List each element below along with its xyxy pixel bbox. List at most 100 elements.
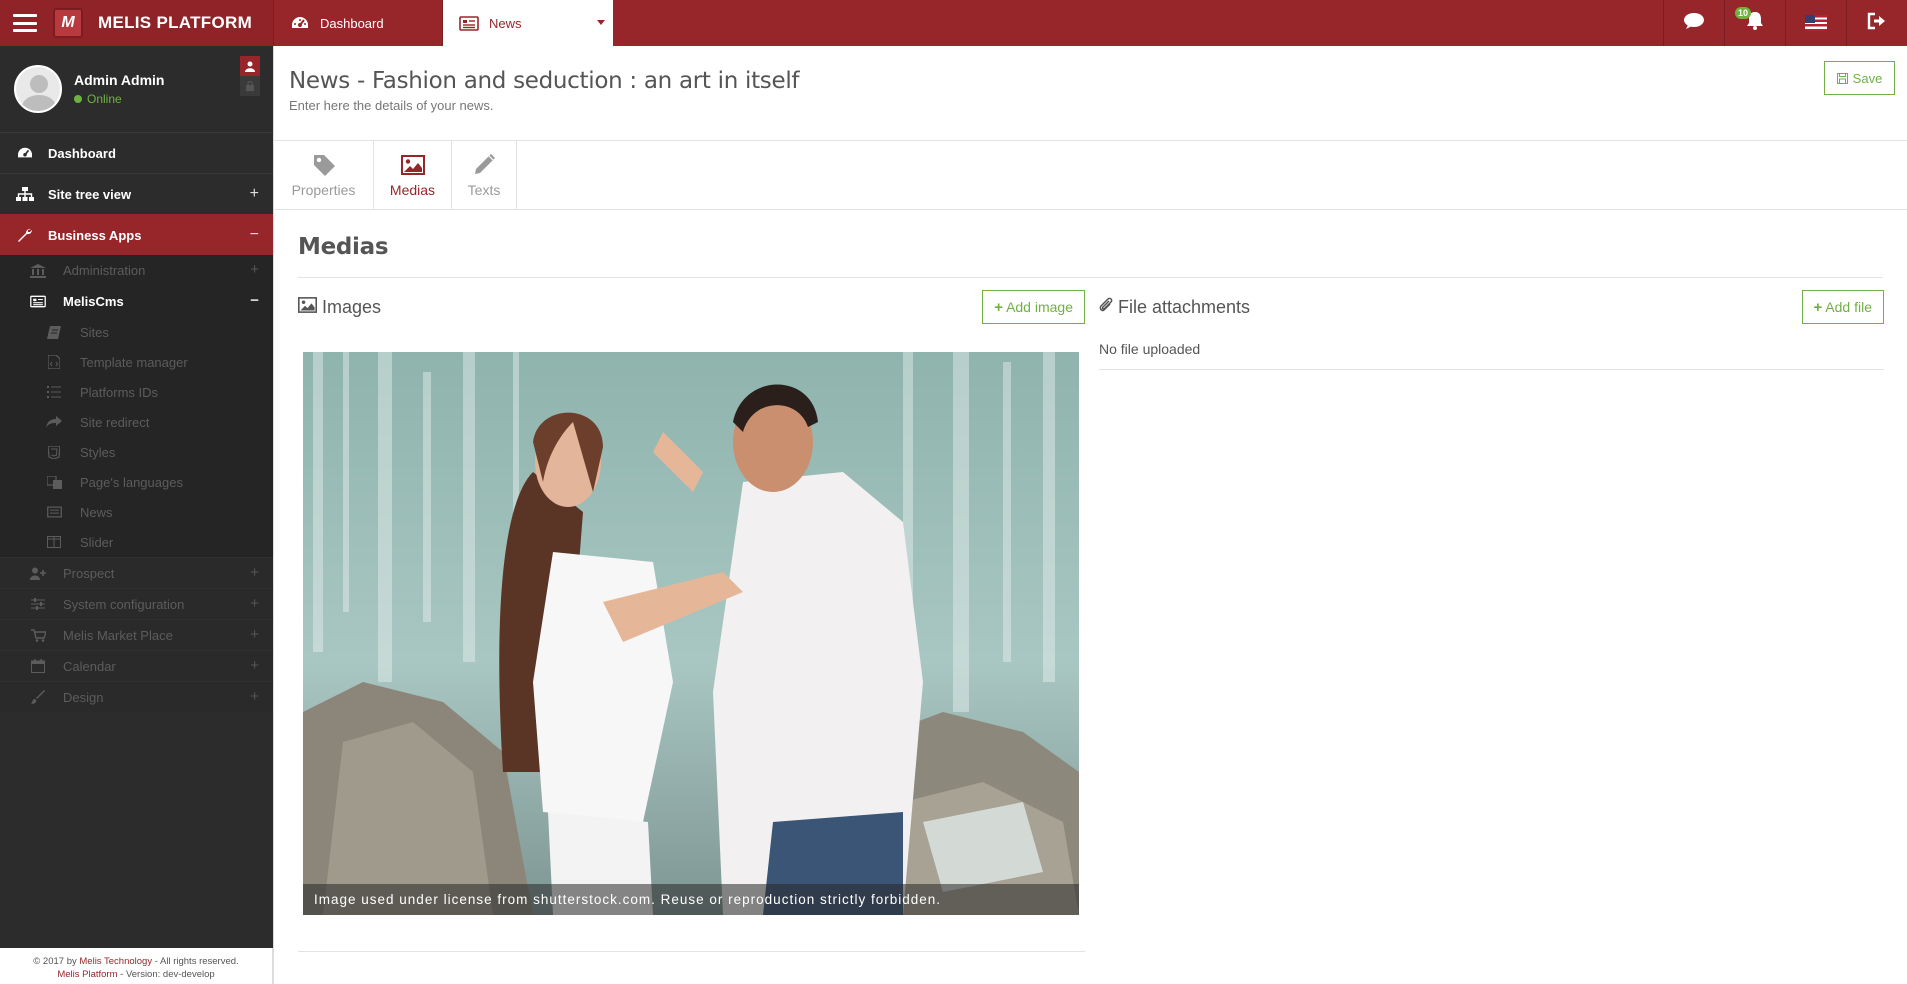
brand-title: MELIS PLATFORM bbox=[98, 13, 253, 32]
plus-icon: + bbox=[1813, 298, 1823, 316]
lock-button[interactable] bbox=[240, 76, 260, 96]
sidebar-item-styles[interactable]: Styles bbox=[0, 437, 273, 467]
tab-medias-label: Medias bbox=[389, 182, 436, 198]
logout-icon bbox=[1867, 12, 1887, 35]
sidebar-item-market-place[interactable]: Melis Market Place + bbox=[0, 619, 273, 650]
paintbrush-icon bbox=[30, 690, 46, 704]
image-icon bbox=[298, 296, 317, 318]
columns-icon bbox=[46, 536, 62, 548]
chat-icon bbox=[1683, 12, 1705, 35]
sidebar-item-sites[interactable]: Sites bbox=[0, 317, 273, 347]
news-image[interactable]: Image used under license from shuttersto… bbox=[303, 352, 1079, 915]
pencil-icon bbox=[472, 152, 496, 178]
add-file-label: Add file bbox=[1825, 299, 1872, 315]
expand-plus-icon[interactable]: + bbox=[250, 595, 259, 612]
news-icon bbox=[459, 15, 479, 31]
share-arrow-icon bbox=[46, 416, 62, 428]
hamburger-menu-icon[interactable] bbox=[13, 14, 37, 32]
wrench-icon bbox=[16, 227, 34, 243]
expand-plus-icon[interactable]: + bbox=[250, 688, 259, 705]
sidebar-footer: © 2017 by Melis Technology - All rights … bbox=[0, 948, 273, 984]
version-text: - Version: dev-develop bbox=[117, 969, 215, 980]
section-title: Medias bbox=[298, 234, 389, 260]
sidebar-item-news[interactable]: News bbox=[0, 497, 273, 527]
page-header: News - Fashion and seduction : an art in… bbox=[274, 46, 1907, 141]
expand-plus-icon[interactable]: + bbox=[250, 564, 259, 581]
tag-icon bbox=[312, 152, 336, 178]
sidebar-item-label: Administration bbox=[63, 263, 146, 278]
chevron-down-icon[interactable] bbox=[597, 20, 605, 25]
sidebar-item-site-tree[interactable]: Site tree view + bbox=[0, 173, 273, 214]
sidebar-item-label: Platforms IDs bbox=[80, 384, 159, 400]
tab-news[interactable]: News bbox=[443, 0, 613, 46]
notifications-button[interactable]: 10 bbox=[1724, 0, 1785, 46]
dashboard-icon bbox=[290, 15, 310, 31]
save-button[interactable]: Save bbox=[1824, 61, 1895, 95]
sidebar-item-platforms-ids[interactable]: Platforms IDs bbox=[0, 377, 273, 407]
newspaper-icon bbox=[46, 506, 62, 518]
sidebar-item-label: MelisCms bbox=[63, 294, 124, 309]
tab-texts[interactable]: Texts bbox=[452, 141, 517, 209]
user-plus-icon bbox=[30, 567, 46, 580]
company-link[interactable]: Melis Technology bbox=[79, 956, 152, 967]
expand-plus-icon[interactable]: + bbox=[250, 185, 259, 203]
avatar[interactable] bbox=[14, 65, 62, 113]
sidebar-item-business-apps[interactable]: Business Apps − bbox=[0, 214, 273, 255]
us-flag-icon bbox=[1805, 15, 1827, 31]
version-line: Melis Platform - Version: dev-develop bbox=[0, 968, 272, 981]
profile-actions bbox=[240, 56, 260, 96]
brand-area: M MELIS PLATFORM bbox=[0, 0, 273, 46]
product-link[interactable]: Melis Platform bbox=[57, 969, 117, 980]
logout-button[interactable] bbox=[1846, 0, 1907, 46]
user-profile: Admin Admin Online bbox=[0, 46, 273, 132]
sidebar-item-label: Dashboard bbox=[48, 145, 116, 161]
sidebar-item-label: Prospect bbox=[63, 565, 115, 581]
sidebar-item-page-languages[interactable]: Page's languages bbox=[0, 467, 273, 497]
sidebar-item-dashboard[interactable]: Dashboard bbox=[0, 132, 273, 173]
css3-icon bbox=[46, 445, 62, 459]
notification-count-badge: 10 bbox=[1735, 7, 1752, 19]
sidebar-item-slider[interactable]: Slider bbox=[0, 527, 273, 557]
collapse-minus-icon[interactable]: − bbox=[250, 292, 259, 309]
sidebar-item-administration[interactable]: Administration + bbox=[0, 255, 273, 286]
page-subtitle: Enter here the details of your news. bbox=[289, 98, 494, 113]
sidebar-item-prospect[interactable]: Prospect + bbox=[0, 557, 273, 588]
sidebar-item-template-manager[interactable]: Template manager bbox=[0, 347, 273, 377]
tab-texts-label: Texts bbox=[467, 182, 501, 198]
images-header: Images + Add image bbox=[298, 290, 1085, 324]
sidebar-item-design[interactable]: Design + bbox=[0, 681, 273, 712]
main-content: News - Fashion and seduction : an art in… bbox=[273, 46, 1907, 984]
sidebar: Admin Admin Online Dashboard Site tree v… bbox=[0, 46, 273, 984]
sidebar-item-label: Sites bbox=[80, 324, 109, 340]
sidebar-item-label: Page's languages bbox=[80, 474, 183, 490]
copyright-suffix: - All rights reserved. bbox=[152, 956, 239, 967]
sidebar-item-system-configuration[interactable]: System configuration + bbox=[0, 588, 273, 619]
image-license-caption: Image used under license from shuttersto… bbox=[303, 884, 1079, 915]
sidebar-item-label: Site redirect bbox=[80, 414, 150, 430]
tab-dashboard[interactable]: Dashboard bbox=[273, 0, 443, 46]
language-button[interactable] bbox=[1785, 0, 1846, 46]
profile-button[interactable] bbox=[240, 56, 260, 76]
no-file-message: No file uploaded bbox=[1099, 341, 1884, 370]
paperclip-icon bbox=[1099, 296, 1113, 319]
add-image-button[interactable]: + Add image bbox=[982, 290, 1085, 324]
sidebar-item-label: Template manager bbox=[80, 354, 188, 370]
sidebar-item-calendar[interactable]: Calendar + bbox=[0, 650, 273, 681]
add-image-label: Add image bbox=[1006, 299, 1073, 315]
add-file-button[interactable]: + Add file bbox=[1801, 290, 1884, 324]
expand-plus-icon[interactable]: + bbox=[250, 657, 259, 674]
expand-plus-icon[interactable]: + bbox=[250, 626, 259, 643]
user-status: Online bbox=[74, 92, 164, 106]
tab-medias[interactable]: Medias bbox=[374, 141, 452, 209]
profile-info: Admin Admin Online bbox=[74, 72, 164, 106]
cart-icon bbox=[30, 628, 46, 642]
list-icon bbox=[46, 386, 62, 398]
files-panel: File attachments + Add file No file uplo… bbox=[1099, 290, 1884, 370]
sidebar-item-meliscms[interactable]: MelisCms − bbox=[0, 286, 273, 317]
files-title: File attachments bbox=[1118, 296, 1251, 317]
collapse-minus-icon[interactable]: − bbox=[250, 226, 259, 244]
expand-plus-icon[interactable]: + bbox=[250, 261, 259, 278]
tab-properties[interactable]: Properties bbox=[274, 141, 374, 209]
chat-button[interactable] bbox=[1663, 0, 1724, 46]
sidebar-item-site-redirect[interactable]: Site redirect bbox=[0, 407, 273, 437]
